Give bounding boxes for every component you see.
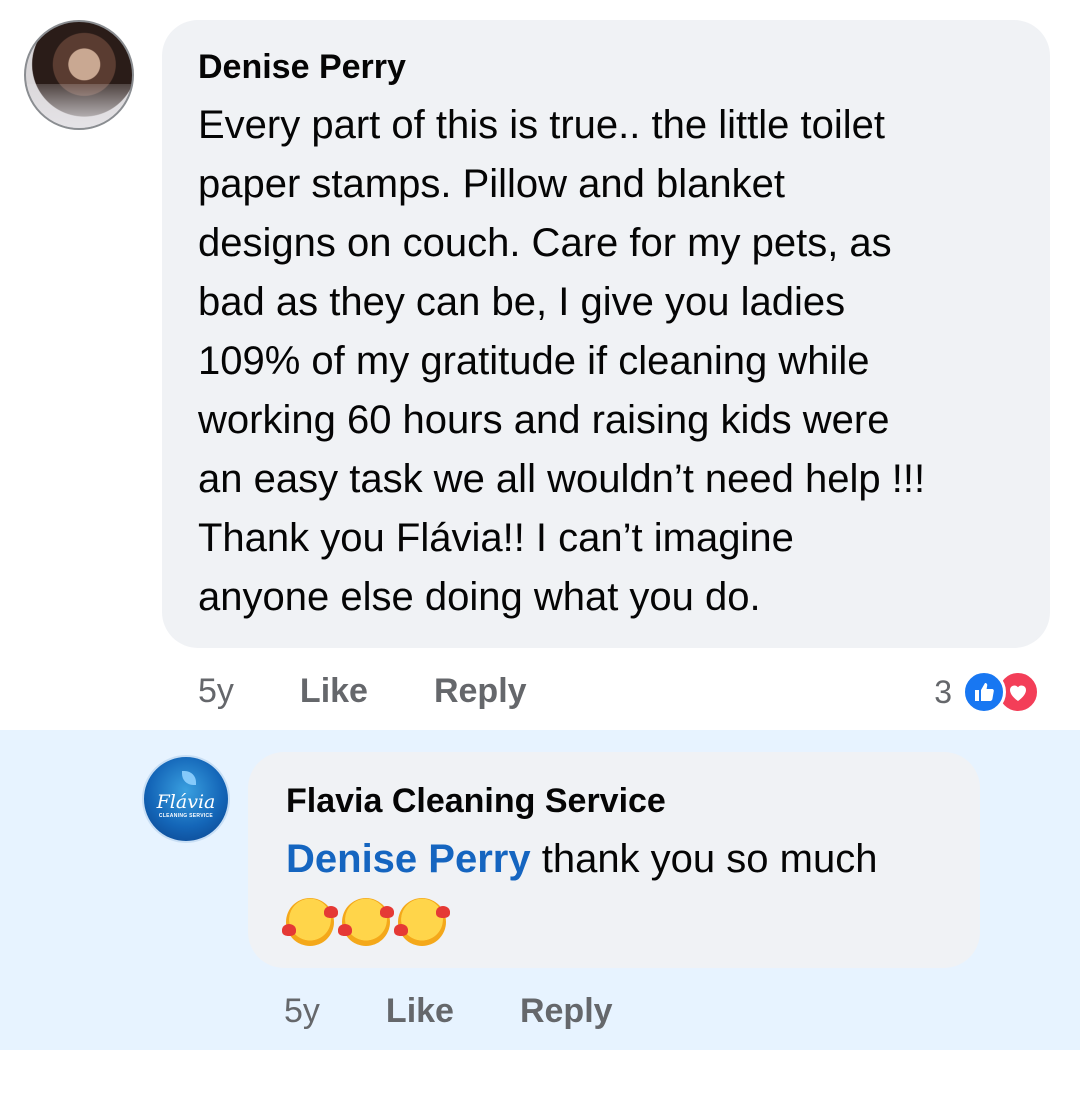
comment-bubble: Flavia Cleaning Service Denise Perry tha… (248, 752, 980, 968)
reaction-summary[interactable]: 3 (934, 670, 1040, 714)
comment-line: anyone else doing what you do. (198, 575, 761, 619)
logo-subtext: CLEANING SERVICE (158, 813, 214, 819)
comment-author[interactable]: Flavia Cleaning Service (286, 782, 666, 821)
comment-line: designs on couch. Care for my pets, as (198, 221, 892, 265)
emoji-row (282, 891, 956, 950)
like-button[interactable]: Like (386, 992, 454, 1031)
smiling-face-with-hearts-icon (338, 898, 394, 947)
timestamp[interactable]: 5y (198, 672, 234, 711)
reply-button[interactable]: Reply (434, 672, 527, 711)
comment-text: Every part of this is true.. the little … (198, 96, 1018, 627)
leaf-icon (182, 771, 196, 785)
avatar[interactable]: Flávia CLEANING SERVICE (142, 755, 230, 843)
smiling-face-with-hearts-icon (282, 898, 338, 947)
comment-actions: 5y Like Reply (284, 992, 679, 1031)
comment-line: Thank you Flávia!! I can’t imagine (198, 516, 794, 560)
comment-line: working 60 hours and raising kids were (198, 398, 890, 442)
smiling-face-with-hearts-icon (394, 898, 450, 947)
like-button[interactable]: Like (300, 672, 368, 711)
comment-text: Denise Perry thank you so much (282, 830, 956, 950)
mention-link[interactable]: Denise Perry (286, 837, 531, 881)
comment-line: bad as they can be, I give you ladies (198, 280, 846, 324)
timestamp[interactable]: 5y (284, 992, 320, 1031)
reply-flavia-cleaning-service: Flávia CLEANING SERVICE Flavia Cleaning … (0, 730, 1080, 1050)
avatar[interactable] (24, 20, 134, 130)
reaction-count: 3 (934, 673, 952, 710)
reply-button[interactable]: Reply (520, 992, 613, 1031)
logo-text: Flávia (156, 791, 216, 813)
comment-author[interactable]: Denise Perry (198, 48, 406, 87)
comment-line: 109% of my gratitude if cleaning while (198, 339, 870, 383)
comment-actions: 5y Like Reply (198, 672, 593, 711)
comment-denise-perry: Denise Perry Every part of this is true.… (0, 0, 1080, 730)
comment-line: paper stamps. Pillow and blanket (198, 162, 785, 206)
reply-text: thank you so much (530, 837, 878, 881)
like-icon (962, 670, 1006, 714)
comment-line: Every part of this is true.. the little … (198, 103, 885, 147)
comment-bubble: Denise Perry Every part of this is true.… (162, 20, 1050, 648)
comment-line: an easy task we all wouldn’t need help !… (198, 457, 926, 501)
